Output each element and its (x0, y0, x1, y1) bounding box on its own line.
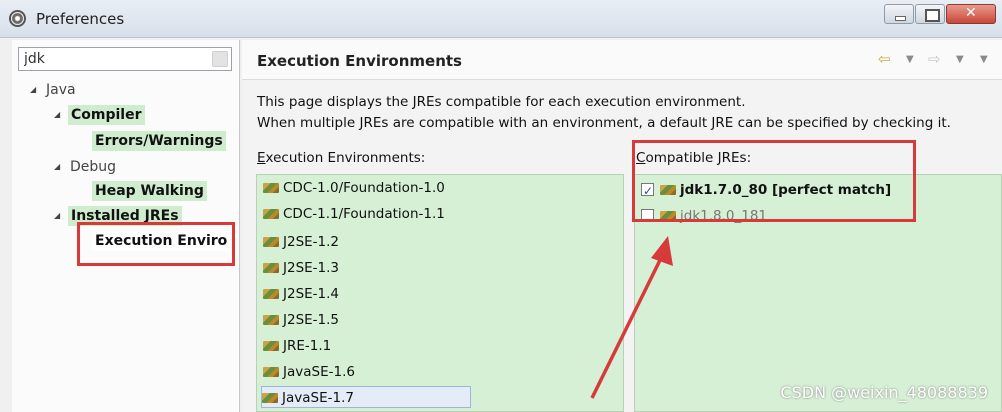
environment-row[interactable]: J2SE-1.5 (263, 309, 339, 331)
jdk-library-icon (263, 183, 279, 193)
forward-dropdown-icon[interactable]: ▼ (956, 54, 964, 65)
jdk-library-icon (263, 237, 279, 247)
filter-box (18, 47, 232, 71)
collapse-installed-jres-icon[interactable]: ◢ (54, 206, 60, 226)
tree-item-java[interactable]: Java (46, 80, 76, 100)
back-arrow-icon[interactable]: ⇦ (878, 50, 891, 68)
annotation-highlight-box (632, 140, 916, 222)
jdk-library-icon (263, 263, 279, 273)
minimize-button[interactable] (884, 4, 914, 24)
jdk-library-icon (263, 315, 279, 325)
eclipse-app-icon (9, 10, 26, 27)
description-line: This page displays the JREs compatible f… (257, 94, 746, 110)
jdk-library-icon (263, 209, 279, 219)
page-title: Execution Environments (257, 52, 462, 70)
tree-item-heap-walking[interactable]: Heap Walking (92, 181, 207, 201)
window-title: Preferences (36, 10, 125, 28)
tree-item-compiler[interactable]: Compiler (68, 105, 145, 125)
title-bar: Preferences (0, 0, 1002, 38)
environment-row[interactable]: CDC-1.1/Foundation-1.1 (263, 203, 445, 225)
filter-input[interactable] (19, 48, 205, 70)
preference-page: Execution Environments ⇦ ▼ ⇨ ▼ ▼ This pa… (242, 40, 1002, 412)
jdk-library-icon (263, 341, 279, 351)
maximize-button[interactable] (915, 4, 945, 24)
jdk-library-icon (263, 289, 279, 299)
page-description: This page displays the JREs compatible f… (257, 92, 1002, 134)
description-line: When multiple JREs are compatible with a… (257, 115, 951, 131)
view-menu-icon[interactable]: ▼ (980, 54, 988, 65)
tree-item-debug[interactable]: Debug (70, 157, 116, 177)
collapse-debug-icon[interactable]: ◢ (54, 157, 60, 177)
clear-filter-icon[interactable] (212, 51, 228, 67)
environments-label: Execution Environments: (257, 150, 426, 166)
close-button[interactable] (946, 4, 996, 24)
environment-row[interactable]: J2SE-1.4 (263, 283, 339, 305)
annotation-highlight-box (77, 222, 235, 266)
jdk-library-icon (263, 367, 279, 377)
tree-item-errors-warnings[interactable]: Errors/Warnings (92, 131, 226, 151)
environment-row[interactable]: J2SE-1.3 (263, 257, 339, 279)
collapse-compiler-icon[interactable]: ◢ (54, 105, 60, 125)
execution-environments-list[interactable]: CDC-1.0/Foundation-1.0 CDC-1.1/Foundatio… (256, 174, 624, 412)
environment-row[interactable]: CDC-1.0/Foundation-1.0 (263, 177, 445, 199)
environment-row[interactable]: J2SE-1.2 (263, 231, 339, 253)
forward-arrow-icon[interactable]: ⇨ (928, 50, 941, 68)
environment-row[interactable]: JRE-1.1 (263, 335, 331, 357)
watermark: CSDN @weixin_48088839 (780, 383, 988, 402)
environment-row[interactable]: JavaSE-1.6 (263, 361, 355, 383)
collapse-java-icon[interactable]: ◢ (30, 80, 36, 100)
jdk-library-icon (262, 393, 278, 403)
environment-row-selected[interactable]: JavaSE-1.7 (261, 386, 471, 408)
back-dropdown-icon[interactable]: ▼ (906, 54, 914, 65)
page-header: Execution Environments ⇦ ▼ ⇨ ▼ ▼ (242, 40, 1002, 80)
